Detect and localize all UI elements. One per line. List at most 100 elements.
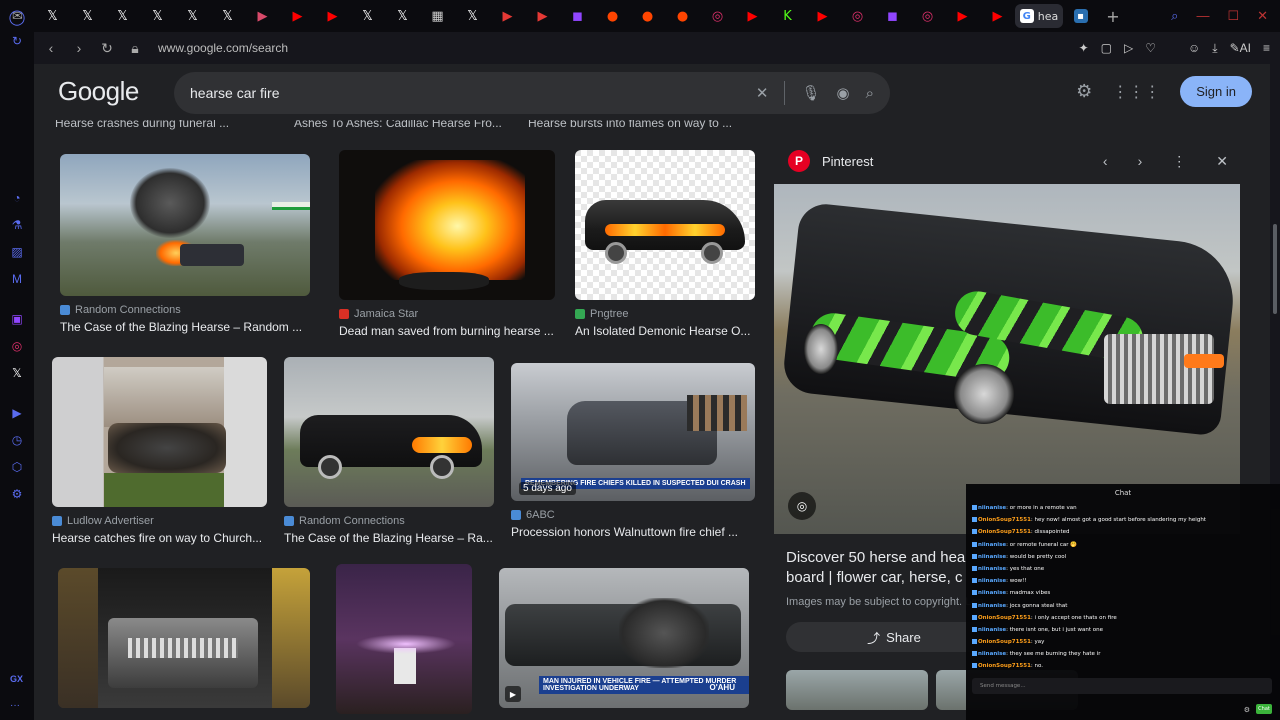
chat-settings-icon[interactable]: ⚙ [1244, 706, 1250, 714]
close-preview-button[interactable]: ✕ [1216, 153, 1228, 170]
mic-icon[interactable]: 🎙︎ [801, 84, 820, 102]
chat-username[interactable]: niinanise [978, 542, 1006, 548]
preview-site-name[interactable]: Pinterest [822, 154, 873, 169]
browser-tab[interactable]: 𝕏 [455, 0, 490, 32]
browser-tab[interactable]: ◎ [910, 0, 945, 32]
chat-username[interactable]: OnionSoup71551 [978, 529, 1031, 535]
camera-icon[interactable]: ◉ [837, 84, 850, 102]
browser-tab[interactable]: 𝕏 [175, 0, 210, 32]
result-thumbnail[interactable]: REMEMBERING FIRE CHIEFS KILLED IN SUSPEC… [511, 363, 755, 501]
chat-username[interactable]: OnionSoup71551 [978, 517, 1031, 523]
result-thumbnail[interactable] [60, 154, 310, 296]
browser-tab[interactable]: 𝕏 [385, 0, 420, 32]
menu-icon[interactable]: ≡ [1263, 41, 1270, 55]
browser-tab[interactable]: ▶ [525, 0, 560, 32]
profile-icon[interactable]: ☺ [1188, 41, 1200, 55]
chat-username[interactable]: niinanise [978, 627, 1006, 633]
instagram-icon[interactable]: ◎ [6, 335, 28, 357]
result-thumbnail[interactable] [339, 150, 555, 300]
browser-tab[interactable]: ▶ [735, 0, 770, 32]
opera-logo-icon[interactable]: ◯ [6, 6, 28, 28]
reload-button[interactable]: ↻ [96, 40, 118, 57]
next-image-button[interactable]: › [1138, 153, 1143, 170]
browser-tab[interactable]: 𝕏 [70, 0, 105, 32]
search-icon[interactable]: ⌕ [866, 85, 874, 102]
result-title[interactable]: An Isolated Demonic Hearse O... [575, 324, 755, 338]
result-title[interactable]: Procession honors Walnuttown fire chief … [511, 525, 755, 539]
download-icon[interactable]: ⤓ [1212, 41, 1217, 56]
browser-tab[interactable]: ▶ [805, 0, 840, 32]
settings-icon[interactable]: ⚙ [6, 483, 28, 505]
browser-tab[interactable]: ● [665, 0, 700, 32]
new-tab-button[interactable]: + [1098, 0, 1128, 32]
browser-tab[interactable]: 𝕏 [350, 0, 385, 32]
image-result[interactable]: Ludlow Advertiser Hearse catches fire on… [52, 357, 267, 545]
url-field[interactable]: www.google.com/search [158, 41, 288, 55]
tab-extra[interactable]: ▪ [1063, 0, 1098, 32]
chat-username[interactable]: OnionSoup71551 [978, 663, 1031, 669]
speed-icon[interactable]: ◔ [6, 187, 28, 209]
browser-tab[interactable]: ▦ [420, 0, 455, 32]
apps-grid-icon[interactable]: ⋮⋮⋮ [1112, 82, 1160, 102]
image-result[interactable]: Jamaica Star Dead man saved from burning… [339, 150, 555, 338]
player-icon[interactable]: ▶ [6, 402, 28, 424]
flask-icon[interactable]: ⚗ [6, 214, 28, 236]
more-options-icon[interactable]: ⋮ [1172, 153, 1186, 170]
lens-icon[interactable]: ◎ [788, 492, 816, 520]
gx-corner-label[interactable]: GX [10, 674, 23, 684]
sign-in-button[interactable]: Sign in [1180, 76, 1252, 107]
chat-username[interactable]: niinanise [978, 590, 1006, 596]
browser-tab[interactable]: 𝕏 [140, 0, 175, 32]
search-input[interactable] [190, 85, 730, 101]
tab-active[interactable]: G hea [1015, 4, 1063, 28]
browser-tab[interactable]: ◼ [560, 0, 595, 32]
twitch-icon[interactable]: ▣ [6, 308, 28, 330]
player-icon[interactable]: ▷ [1124, 41, 1133, 55]
result-thumbnail[interactable] [336, 564, 472, 714]
extensions-icon[interactable]: ⬡ [6, 456, 28, 478]
search-tabs-icon[interactable]: ⌕ [1171, 8, 1178, 24]
browser-tab[interactable]: ▶ [945, 0, 980, 32]
heart-icon[interactable]: ♡ [1145, 41, 1156, 55]
image-result[interactable]: REMEMBERING FIRE CHIEFS KILLED IN SUSPEC… [511, 363, 755, 539]
browser-tab[interactable]: 𝕏 [105, 0, 140, 32]
result-thumbnail[interactable] [58, 568, 310, 708]
chat-input[interactable]: Send message... [972, 678, 1272, 694]
bookmark-icon[interactable]: ✦ [1079, 41, 1089, 55]
minimize-button[interactable]: — [1196, 8, 1209, 24]
browser-tab[interactable]: ◼ [875, 0, 910, 32]
m-icon[interactable]: M [6, 268, 28, 290]
browser-tab[interactable]: ▶ [490, 0, 525, 32]
forward-button[interactable]: › [68, 40, 90, 56]
related-thumbnail[interactable] [786, 670, 928, 710]
google-logo[interactable]: Google [58, 76, 139, 107]
clear-icon[interactable]: ✕ [756, 84, 769, 102]
chat-username[interactable]: niinanise [978, 566, 1006, 572]
back-button[interactable]: ‹ [40, 40, 62, 56]
browser-tab[interactable]: ● [595, 0, 630, 32]
result-thumbnail[interactable]: MAN INJURED IN VEHICLE FIRE — ATTEMPTED … [499, 568, 749, 708]
result-title[interactable]: The Case of the Blazing Hearse – Random … [60, 320, 310, 334]
result-thumbnail[interactable] [575, 150, 755, 300]
browser-tab[interactable]: ▶ [245, 0, 280, 32]
chat-username[interactable]: niinanise [978, 505, 1006, 511]
browser-tab[interactable]: ● [630, 0, 665, 32]
image-result[interactable]: MAN INJURED IN VEHICLE FIRE — ATTEMPTED … [499, 568, 749, 708]
browser-tab[interactable]: 𝕏 [35, 0, 70, 32]
browser-tab[interactable]: ▶ [280, 0, 315, 32]
maximize-button[interactable]: ☐ [1227, 8, 1239, 24]
image-result[interactable] [58, 568, 310, 708]
gear-icon[interactable]: ⚙ [1076, 81, 1092, 102]
browser-tab[interactable]: K [770, 0, 805, 32]
chat-username[interactable]: niinanise [978, 578, 1006, 584]
image-result[interactable]: Pngtree An Isolated Demonic Hearse O... [575, 150, 755, 338]
result-title[interactable]: The Case of the Blazing Hearse – Ra... [284, 531, 494, 545]
news-icon[interactable]: ▨ [6, 241, 28, 263]
close-window-button[interactable]: ✕ [1257, 8, 1268, 24]
browser-tab[interactable]: ◎ [700, 0, 735, 32]
refresh-icon[interactable]: ↻ [6, 30, 28, 52]
chat-username[interactable]: niinanise [978, 603, 1006, 609]
result-thumbnail[interactable] [52, 357, 267, 507]
chat-username[interactable]: OnionSoup71551 [978, 615, 1031, 621]
more-icon[interactable]: ··· [10, 700, 20, 711]
